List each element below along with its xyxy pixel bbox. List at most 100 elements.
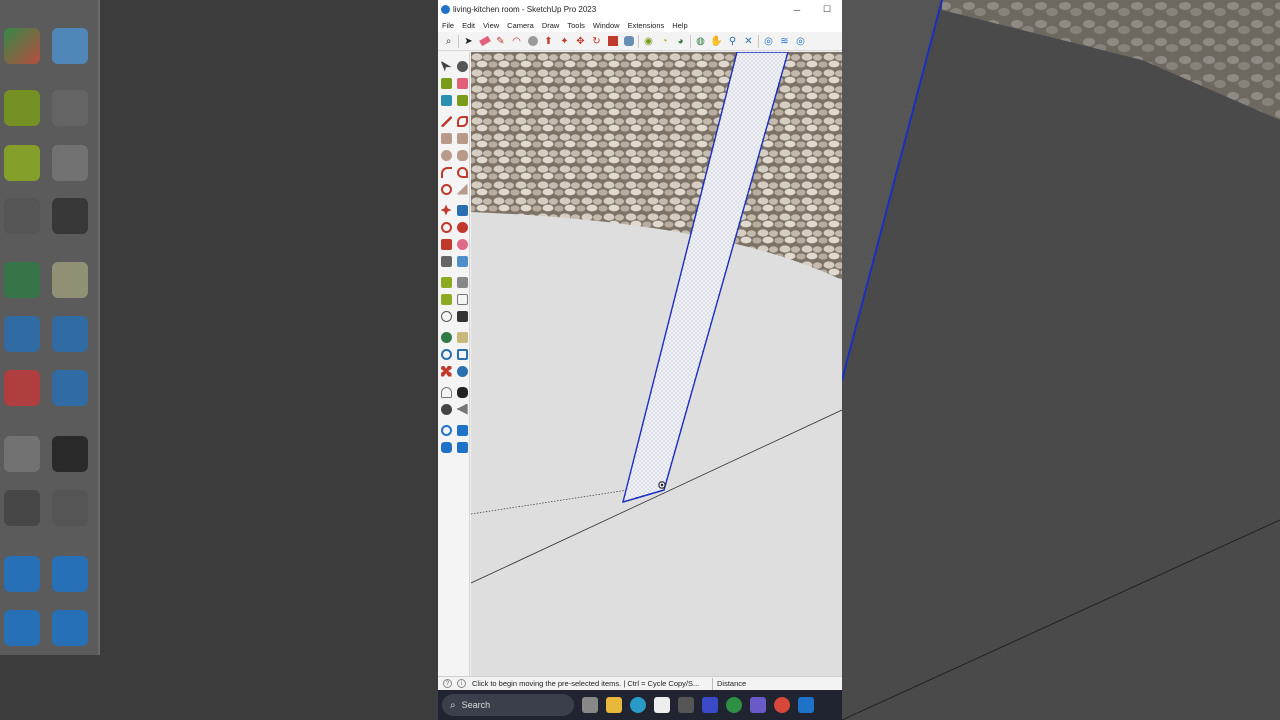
move-cursor-point	[660, 483, 664, 487]
menu-extensions[interactable]: Extensions	[624, 21, 669, 30]
task-view-icon[interactable]	[582, 697, 598, 713]
pan-icon[interactable]: ✋	[710, 35, 723, 48]
orbit-icon[interactable]: ◍	[694, 35, 707, 48]
rotate-icon[interactable]	[440, 221, 452, 233]
pan-icon[interactable]	[456, 331, 468, 343]
circle-icon[interactable]	[440, 149, 452, 161]
rotate-icon[interactable]: ↻	[590, 35, 603, 48]
tape-measure-icon[interactable]: ◉	[642, 35, 655, 48]
geo-location-icon[interactable]: ?	[443, 679, 452, 688]
tape-measure-icon[interactable]	[440, 276, 452, 288]
zoom-icon[interactable]	[440, 348, 452, 360]
component-icon[interactable]	[456, 60, 468, 72]
zoom-extents-icon[interactable]	[440, 365, 452, 377]
eraser-icon[interactable]	[478, 35, 491, 48]
freehand-icon[interactable]	[456, 115, 468, 127]
push-pull-icon[interactable]: ⬆	[542, 35, 555, 48]
status-bar: ? i Click to begin moving the pre-select…	[438, 676, 842, 690]
arc-icon[interactable]: ◠	[510, 35, 523, 48]
orbit-icon[interactable]	[440, 331, 452, 343]
maximize-button[interactable]: ☐	[812, 4, 842, 15]
menu-camera[interactable]: Camera	[503, 21, 538, 30]
store-icon[interactable]	[654, 697, 670, 713]
move-icon[interactable]: ✥	[574, 35, 587, 48]
follow-me-icon[interactable]	[456, 221, 468, 233]
section-plane-icon[interactable]	[456, 403, 468, 415]
shape-icon[interactable]	[526, 35, 539, 48]
menu-tools[interactable]: Tools	[563, 21, 589, 30]
paint-bucket-icon[interactable]	[440, 77, 452, 89]
3d-viewport[interactable]	[471, 52, 842, 676]
file-explorer-icon[interactable]	[606, 697, 622, 713]
scale-icon[interactable]	[606, 35, 619, 48]
send-to-layout-icon[interactable]	[440, 441, 452, 453]
select-tool-icon[interactable]: ➤	[462, 35, 475, 48]
sketchup-taskbar-icon[interactable]	[798, 697, 814, 713]
position-camera-icon[interactable]	[440, 386, 452, 398]
outer-shell-icon[interactable]	[456, 255, 468, 267]
search-icon[interactable]: ⌕	[442, 35, 455, 48]
chrome-icon[interactable]	[774, 697, 790, 713]
extension-manager-icon[interactable]	[456, 441, 468, 453]
taskbar-search[interactable]: ⌕ Search	[442, 694, 574, 716]
vscode-icon[interactable]	[702, 697, 718, 713]
text-icon[interactable]	[456, 293, 468, 305]
previous-view-icon[interactable]	[456, 365, 468, 377]
menu-view[interactable]: View	[479, 21, 503, 30]
menu-window[interactable]: Window	[589, 21, 624, 30]
tag-icon[interactable]	[440, 94, 452, 106]
pencil-icon[interactable]: ✎	[494, 35, 507, 48]
look-around-icon[interactable]	[440, 403, 452, 415]
extension-warehouse-icon[interactable]: ≋	[778, 35, 791, 48]
xbox-icon[interactable]	[726, 697, 742, 713]
two-point-arc-icon[interactable]	[456, 166, 468, 178]
edge-icon[interactable]	[630, 697, 646, 713]
menu-help[interactable]: Help	[668, 21, 691, 30]
minimize-button[interactable]: ─	[782, 5, 812, 15]
paint-bucket-icon[interactable]: ◕	[674, 35, 687, 48]
line-icon[interactable]	[440, 115, 452, 127]
extension-warehouse-icon[interactable]	[456, 424, 468, 436]
settings-icon[interactable]	[678, 697, 694, 713]
menu-file[interactable]: File	[438, 21, 458, 30]
move-icon[interactable]	[440, 204, 452, 216]
axes-tool-icon[interactable]	[440, 310, 452, 322]
zoom-window-icon[interactable]	[456, 348, 468, 360]
push-pull-icon[interactable]	[456, 204, 468, 216]
axes-icon[interactable]	[440, 255, 452, 267]
model-scene[interactable]	[471, 52, 842, 676]
toolbar-row	[438, 147, 470, 163]
offset-icon[interactable]	[456, 238, 468, 250]
background-zoomed-view	[842, 0, 1280, 720]
dimension-icon[interactable]	[456, 276, 468, 288]
toolbar-separator	[758, 34, 759, 48]
teams-icon[interactable]	[750, 697, 766, 713]
toolbar-row	[438, 363, 470, 379]
zoom-icon[interactable]: ⚲	[726, 35, 739, 48]
zoom-extents-icon[interactable]: ✕	[742, 35, 755, 48]
pie-icon[interactable]	[456, 183, 468, 195]
menu-edit[interactable]: Edit	[458, 21, 479, 30]
three-point-arc-icon[interactable]	[440, 183, 452, 195]
walk-icon[interactable]	[456, 386, 468, 398]
3d-warehouse-icon[interactable]	[440, 424, 452, 436]
eraser-icon[interactable]	[456, 77, 468, 89]
3d-text-icon[interactable]	[456, 310, 468, 322]
arc-icon[interactable]	[440, 166, 452, 178]
offset-icon[interactable]	[622, 35, 635, 48]
scale-icon[interactable]	[440, 238, 452, 250]
info-icon[interactable]: i	[457, 679, 466, 688]
toolbar-row	[438, 401, 470, 417]
rectangle-icon[interactable]	[440, 132, 452, 144]
warehouse-icon[interactable]: ◎	[762, 35, 775, 48]
polygon-icon[interactable]	[456, 149, 468, 161]
menu-draw[interactable]: Draw	[538, 21, 564, 30]
protractor-icon[interactable]: ◔	[658, 35, 671, 48]
follow-me-icon[interactable]: ✦	[558, 35, 571, 48]
layout-icon[interactable]: ◎	[794, 35, 807, 48]
rotated-rectangle-icon[interactable]	[456, 132, 468, 144]
tape-measure-icon[interactable]	[456, 94, 468, 106]
toolbar-row	[438, 346, 470, 362]
protractor-icon[interactable]	[440, 293, 452, 305]
select-icon[interactable]	[440, 60, 452, 72]
